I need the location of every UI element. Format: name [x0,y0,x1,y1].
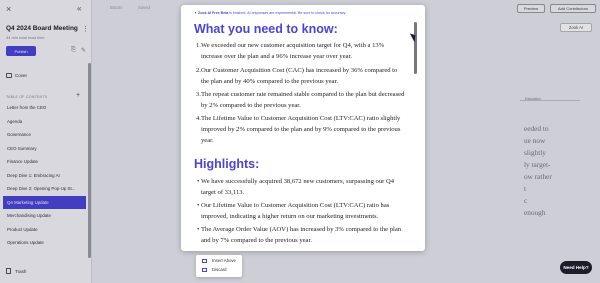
list-item: 4. The Lifetime Value to Customer Acquisi… [196,115,401,144]
insert-menu: Insert Above Discard [196,255,242,277]
insert-above-icon [202,258,207,263]
modal-scrollbar[interactable] [414,22,417,74]
list-item: • The Average Order Value (AOV) has incre… [197,226,402,244]
insert-above-option[interactable]: Insert Above [202,258,236,263]
discard-option[interactable]: Discard [202,267,227,272]
list-item: 3. The repeat customer rate remained stab… [196,91,405,109]
list-item: • We have successfully acquired 38,672 ne… [197,178,395,196]
list-item: • Our Lifetime Value to Customer Acquisit… [197,202,390,220]
need-help-button[interactable]: Need Help? [560,261,592,274]
section-heading: What you need to know: [194,22,338,36]
list-item: 2. Our Customer Acquisition Cost (CAC) ha… [196,67,398,85]
section-heading: Highlights: [194,157,260,171]
list-item: 1. We exceeded our new customer acquisiti… [196,42,385,60]
ai-summary-modal: ✦ Zook AI Free Beta is finished. AI resp… [181,5,425,251]
beta-notice: ✦ Zook AI Free Beta is finished. AI resp… [194,11,347,15]
discard-icon [202,267,207,272]
